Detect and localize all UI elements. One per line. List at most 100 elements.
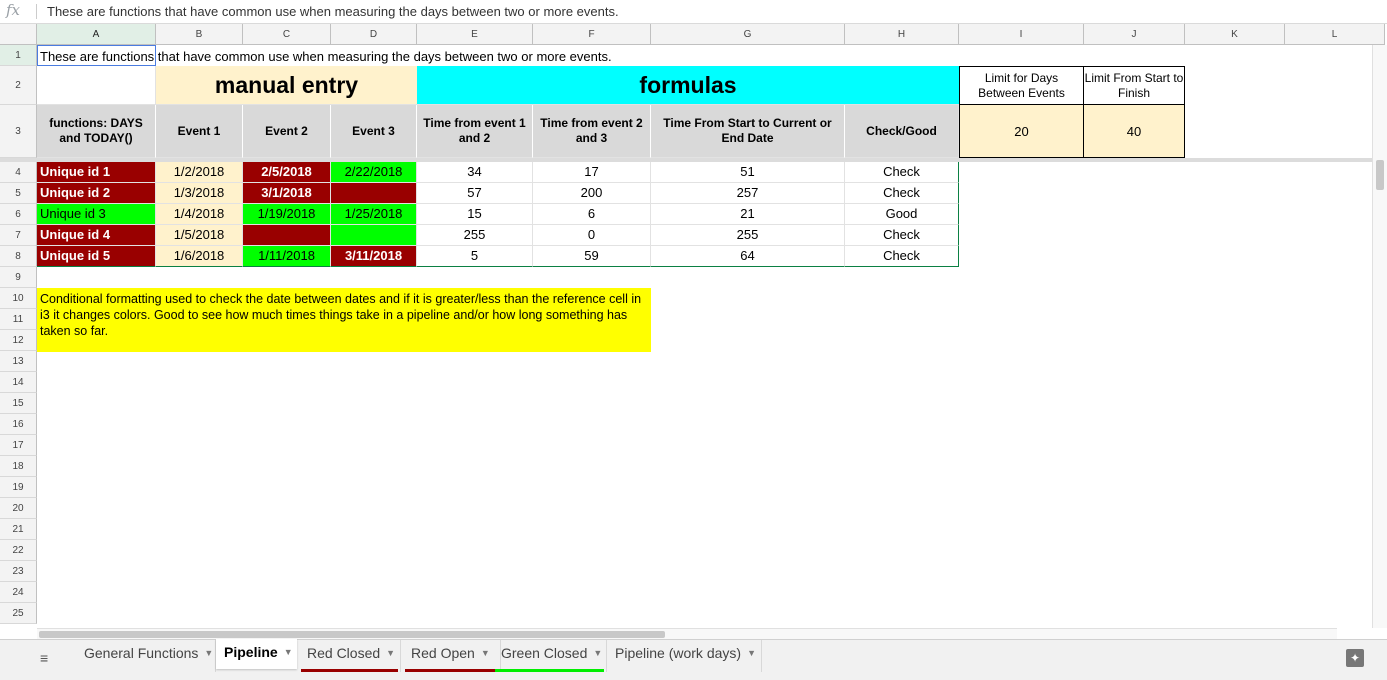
cell-e2-row4[interactable] xyxy=(243,225,331,246)
row-header-23[interactable]: 23 xyxy=(0,561,37,582)
event1-header[interactable]: Event 1 xyxy=(156,105,243,158)
row-header-10[interactable]: 10 xyxy=(0,288,37,309)
cell-e1-row3[interactable]: 1/4/2018 xyxy=(156,204,243,225)
cell-tot-row4[interactable]: 255 xyxy=(651,225,845,246)
explore-icon[interactable]: ✦ xyxy=(1346,649,1364,667)
row-header-7[interactable]: 7 xyxy=(0,225,37,246)
sheet-tab-pipeline[interactable]: Pipeline ▼ xyxy=(216,639,297,669)
cell-e3-row3[interactable]: 1/25/2018 xyxy=(331,204,417,225)
row-header-5[interactable]: 5 xyxy=(0,183,37,204)
vertical-scroll-thumb[interactable] xyxy=(1376,160,1384,190)
row-header-13[interactable]: 13 xyxy=(0,351,37,372)
row-header-14[interactable]: 14 xyxy=(0,372,37,393)
column-header-k[interactable]: K xyxy=(1185,24,1285,45)
time23-header[interactable]: Time from event 2 and 3 xyxy=(533,105,651,158)
column-header-j[interactable]: J xyxy=(1084,24,1185,45)
tab-dropdown-icon[interactable]: ▼ xyxy=(481,648,490,658)
check-good-header[interactable]: Check/Good xyxy=(845,105,959,158)
sheet-tab-pipeline-work-days[interactable]: Pipeline (work days) ▼ xyxy=(607,640,762,672)
row-header-21[interactable]: 21 xyxy=(0,519,37,540)
cell-e2-row2[interactable]: 3/1/2018 xyxy=(243,183,331,204)
time12-header[interactable]: Time from event 1 and 2 xyxy=(417,105,533,158)
cell-id-row4[interactable]: Unique id 4 xyxy=(37,225,156,246)
formulas-header[interactable]: formulas xyxy=(417,66,959,105)
cell-t12-row3[interactable]: 15 xyxy=(417,204,533,225)
row-header-19[interactable]: 19 xyxy=(0,477,37,498)
cell-id-row1[interactable]: Unique id 1 xyxy=(37,162,156,183)
cell-t12-row2[interactable]: 57 xyxy=(417,183,533,204)
limit-days-value[interactable]: 20 xyxy=(959,105,1084,158)
cell-tot-row5[interactable]: 64 xyxy=(651,246,845,267)
column-header-f[interactable]: F xyxy=(533,24,651,45)
row-header-11[interactable]: 11 xyxy=(0,309,37,330)
cell-t23-row4[interactable]: 0 xyxy=(533,225,651,246)
cell-a2[interactable] xyxy=(37,66,156,105)
column-header-e[interactable]: E xyxy=(417,24,533,45)
cell-e2-row5[interactable]: 1/11/2018 xyxy=(243,246,331,267)
cell-e3-row5[interactable]: 3/11/2018 xyxy=(331,246,417,267)
row-header-16[interactable]: 16 xyxy=(0,414,37,435)
column-header-d[interactable]: D xyxy=(331,24,417,45)
row-header-2[interactable]: 2 xyxy=(0,66,37,105)
cell-tot-row3[interactable]: 21 xyxy=(651,204,845,225)
horizontal-scroll-thumb[interactable] xyxy=(39,631,665,638)
cell-status-row2[interactable]: Check xyxy=(845,183,959,204)
tab-dropdown-icon[interactable]: ▼ xyxy=(593,648,602,658)
limit-days-label[interactable]: Limit for Days Between Events xyxy=(959,66,1084,105)
cell-status-row5[interactable]: Check xyxy=(845,246,959,267)
cell-status-row4[interactable]: Check xyxy=(845,225,959,246)
cell-status-row3[interactable]: Good xyxy=(845,204,959,225)
cell-id-row2[interactable]: Unique id 2 xyxy=(37,183,156,204)
functions-header[interactable]: functions: DAYS and TODAY() xyxy=(37,105,156,158)
row-header-22[interactable]: 22 xyxy=(0,540,37,561)
cell-e2-row1[interactable]: 2/5/2018 xyxy=(243,162,331,183)
tab-dropdown-icon[interactable]: ▼ xyxy=(747,648,756,658)
tab-dropdown-icon[interactable]: ▼ xyxy=(204,648,213,658)
cell-e3-row4[interactable] xyxy=(331,225,417,246)
cell-t12-row4[interactable]: 255 xyxy=(417,225,533,246)
row-header-6[interactable]: 6 xyxy=(0,204,37,225)
cell-e3-row1[interactable]: 2/22/2018 xyxy=(331,162,417,183)
column-header-c[interactable]: C xyxy=(243,24,331,45)
column-header-l[interactable]: L xyxy=(1285,24,1385,45)
limit-finish-value[interactable]: 40 xyxy=(1083,105,1185,158)
formula-input[interactable]: These are functions that have common use… xyxy=(47,4,619,19)
cell-a1[interactable]: These are functions that have common use… xyxy=(37,45,612,66)
column-header-g[interactable]: G xyxy=(651,24,845,45)
row-header-18[interactable]: 18 xyxy=(0,456,37,477)
row-header-15[interactable]: 15 xyxy=(0,393,37,414)
limit-finish-label[interactable]: Limit From Start to Finish xyxy=(1083,66,1185,105)
vertical-scrollbar[interactable] xyxy=(1372,45,1387,628)
sheet-tab-green-closed[interactable]: Green Closed ▼ xyxy=(493,640,607,672)
row-header-9[interactable]: 9 xyxy=(0,267,37,288)
cell-t12-row5[interactable]: 5 xyxy=(417,246,533,267)
time-total-header[interactable]: Time From Start to Current or End Date xyxy=(651,105,845,158)
column-header-b[interactable]: B xyxy=(156,24,243,45)
cell-tot-row2[interactable]: 257 xyxy=(651,183,845,204)
row-header-17[interactable]: 17 xyxy=(0,435,37,456)
row-header-1[interactable]: 1 xyxy=(0,45,37,66)
manual-entry-header[interactable]: manual entry xyxy=(156,66,417,105)
all-sheets-icon[interactable]: ≡ xyxy=(40,650,48,666)
event3-header[interactable]: Event 3 xyxy=(331,105,417,158)
tab-dropdown-icon[interactable]: ▼ xyxy=(284,647,293,657)
sheet-tab-red-open[interactable]: Red Open ▼ xyxy=(403,640,501,672)
cell-id-row5[interactable]: Unique id 5 xyxy=(37,246,156,267)
cell-t23-row2[interactable]: 200 xyxy=(533,183,651,204)
cell-e3-row2[interactable] xyxy=(331,183,417,204)
cell-status-row1[interactable]: Check xyxy=(845,162,959,183)
cell-e1-row4[interactable]: 1/5/2018 xyxy=(156,225,243,246)
column-header-h[interactable]: H xyxy=(845,24,959,45)
cell-e1-row2[interactable]: 1/3/2018 xyxy=(156,183,243,204)
row-header-25[interactable]: 25 xyxy=(0,603,37,624)
conditional-formatting-note[interactable]: Conditional formatting used to check the… xyxy=(37,288,651,352)
row-header-3[interactable]: 3 xyxy=(0,105,37,158)
sheet-tab-red-closed[interactable]: Red Closed ▼ xyxy=(299,640,401,672)
cell-id-row3[interactable]: Unique id 3 xyxy=(37,204,156,225)
cell-tot-row1[interactable]: 51 xyxy=(651,162,845,183)
cell-e2-row3[interactable]: 1/19/2018 xyxy=(243,204,331,225)
column-header-i[interactable]: I xyxy=(959,24,1084,45)
select-all-corner[interactable] xyxy=(0,24,37,45)
cell-t23-row3[interactable]: 6 xyxy=(533,204,651,225)
column-header-a[interactable]: A xyxy=(37,24,156,45)
